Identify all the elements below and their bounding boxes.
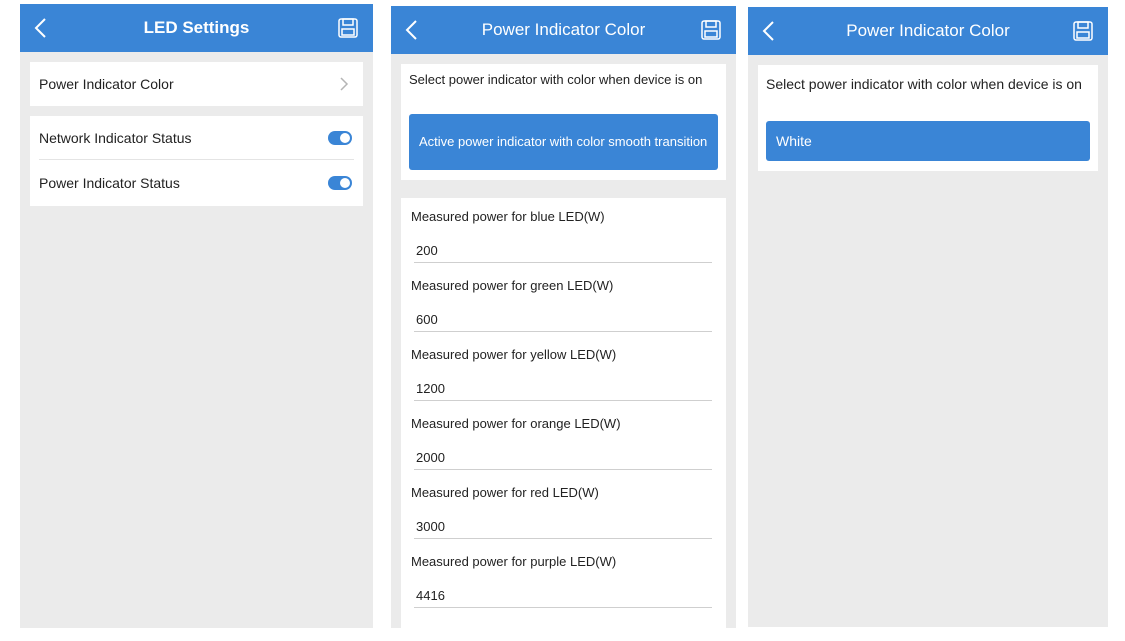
network-indicator-toggle[interactable]	[328, 131, 352, 145]
color-mode-select[interactable]: White	[766, 121, 1090, 161]
yellow-power-input[interactable]: 1200	[414, 379, 712, 401]
orange-power-input[interactable]: 2000	[414, 448, 712, 470]
field-label-green: Measured power for green LED(W)	[411, 278, 614, 293]
select-prompt: Select power indicator with color when d…	[409, 72, 703, 87]
page-title: LED Settings	[143, 18, 250, 37]
red-power-input[interactable]: 3000	[414, 517, 712, 539]
row-label: Network Indicator Status	[39, 130, 192, 146]
field-label-blue: Measured power for blue LED(W)	[411, 209, 605, 224]
app-header: Power Indicator Color	[748, 7, 1108, 55]
page-title: Power Indicator Color	[846, 21, 1010, 40]
field-label-yellow: Measured power for yellow LED(W)	[411, 347, 617, 362]
power-thresholds-card: Measured power for blue LED(W) 200 Measu…	[401, 198, 726, 628]
toggle-knob	[340, 133, 350, 143]
power-indicator-color-screen-white: Power Indicator Color Select power indic…	[748, 7, 1108, 627]
save-icon[interactable]	[337, 17, 359, 39]
save-icon[interactable]	[700, 19, 722, 41]
select-prompt: Select power indicator with color when d…	[766, 76, 1082, 92]
row-power-indicator-color[interactable]: Power Indicator Color	[30, 62, 363, 106]
settings-group-color: Power Indicator Color	[30, 62, 363, 106]
row-network-indicator-status: Network Indicator Status	[30, 116, 363, 160]
green-power-input[interactable]: 600	[414, 310, 712, 332]
app-header: LED Settings	[20, 4, 373, 52]
field-label-purple: Measured power for purple LED(W)	[411, 554, 617, 569]
color-mode-card: Select power indicator with color when d…	[758, 65, 1098, 171]
field-label-red: Measured power for red LED(W)	[411, 485, 599, 500]
divider	[39, 159, 354, 160]
row-power-indicator-status: Power Indicator Status	[30, 161, 363, 205]
led-settings-screen: LED Settings Power Indicator Color Netwo…	[20, 4, 373, 628]
save-icon[interactable]	[1072, 20, 1094, 42]
color-mode-card: Select power indicator with color when d…	[401, 64, 726, 180]
row-label: Power Indicator Color	[39, 76, 174, 92]
settings-group-status: Network Indicator Status Power Indicator…	[30, 116, 363, 206]
power-indicator-color-screen-smooth: Power Indicator Color Select power indic…	[391, 6, 736, 628]
chevron-right-icon	[340, 77, 349, 91]
toggle-knob	[340, 178, 350, 188]
page-title: Power Indicator Color	[481, 20, 646, 39]
field-label-orange: Measured power for orange LED(W)	[411, 416, 621, 431]
blue-power-input[interactable]: 200	[414, 241, 712, 263]
color-mode-select[interactable]: Active power indicator with color smooth…	[409, 114, 718, 170]
row-label: Power Indicator Status	[39, 175, 180, 191]
app-header: Power Indicator Color	[391, 6, 736, 54]
power-indicator-toggle[interactable]	[328, 176, 352, 190]
purple-power-input[interactable]: 4416	[414, 586, 712, 608]
